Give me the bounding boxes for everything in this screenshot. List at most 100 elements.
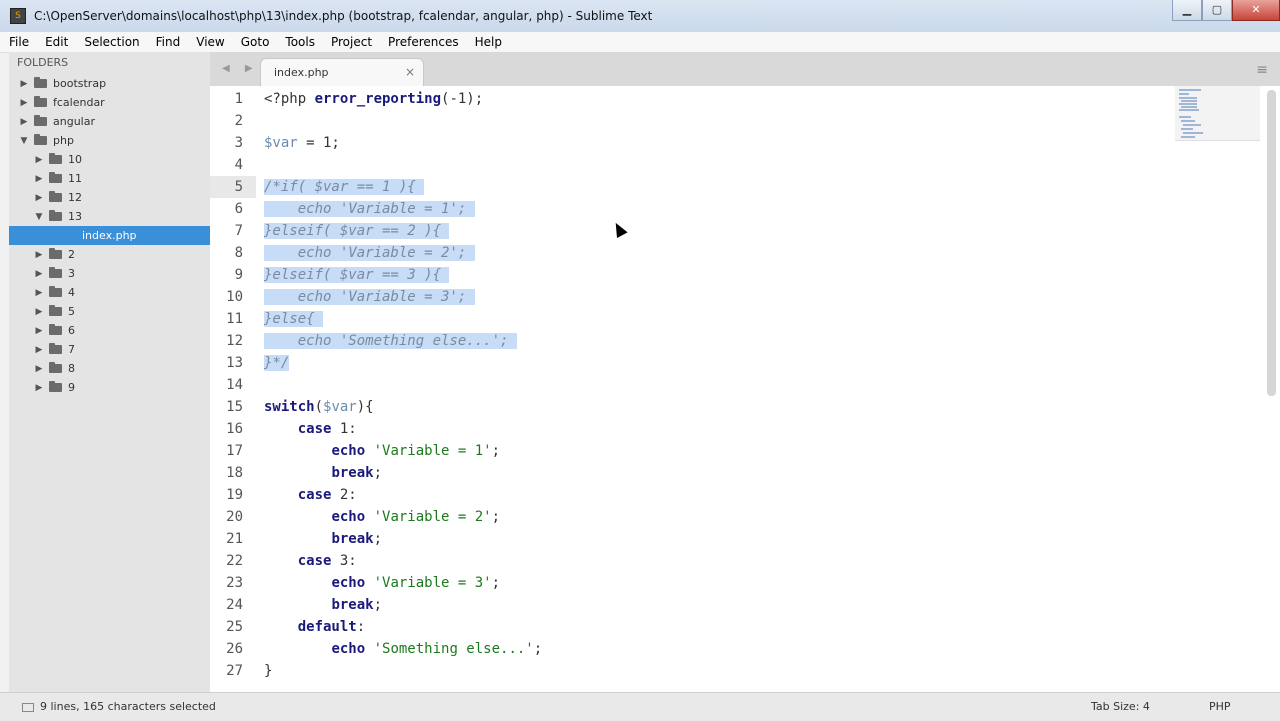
folder-tree: ▶ bootstrap ▶ fcalendar ▶ angular ▼ php ▶ 10 ▶ 11 ▶ 1… xyxy=(9,74,210,397)
folder-icon xyxy=(49,324,62,335)
menu-project[interactable]: Project xyxy=(324,35,379,49)
menu-help[interactable]: Help xyxy=(468,35,509,49)
close-button[interactable]: ✕ xyxy=(1232,0,1280,21)
tab-index-php[interactable]: index.php × xyxy=(260,58,424,87)
code-line[interactable]: default: xyxy=(264,616,365,638)
code-line[interactable]: switch($var){ xyxy=(264,396,374,418)
code-line[interactable]: echo 'Variable = 3'; xyxy=(264,572,500,594)
minimap-line xyxy=(1181,128,1193,130)
folder-icon xyxy=(49,153,62,164)
code-line[interactable]: }else{ xyxy=(264,308,324,330)
code-line[interactable]: echo 'Something else...'; xyxy=(264,638,542,660)
minimap-line xyxy=(1181,120,1195,122)
code-line[interactable]: }*/ xyxy=(264,352,290,374)
sidebar-folder-item[interactable]: ▶ 12 xyxy=(9,188,210,207)
collapsed-arrow-icon[interactable]: ▶ xyxy=(34,250,44,260)
collapsed-arrow-icon[interactable]: ▶ xyxy=(34,383,44,393)
sidebar-folder-item[interactable]: ▼ 13 xyxy=(9,207,210,226)
code-line[interactable]: break; xyxy=(264,594,382,616)
code-token: 'Variable = 2' xyxy=(373,509,492,525)
menu-goto[interactable]: Goto xyxy=(234,35,277,49)
syntax-indicator[interactable]: PHP xyxy=(1209,700,1231,713)
line-number: 14 xyxy=(226,377,243,393)
code-line[interactable]: /*if( $var == 1 ){ xyxy=(264,176,425,198)
maximize-button[interactable]: ▢ xyxy=(1202,0,1232,21)
code-line[interactable]: }elseif( $var == 3 ){ xyxy=(264,264,450,286)
menu-tools[interactable]: Tools xyxy=(278,35,322,49)
expanded-arrow-icon[interactable]: ▼ xyxy=(34,212,44,222)
code-line[interactable]: <?php error_reporting(-1); xyxy=(264,88,483,110)
collapsed-arrow-icon[interactable]: ▶ xyxy=(34,345,44,355)
code-line[interactable]: echo 'Variable = 1'; xyxy=(264,198,475,220)
minimize-button[interactable]: ▁ xyxy=(1172,0,1202,21)
code-line[interactable]: echo 'Variable = 1'; xyxy=(264,440,500,462)
collapsed-arrow-icon[interactable]: ▶ xyxy=(34,269,44,279)
menu-view[interactable]: View xyxy=(189,35,231,49)
code-line[interactable]: case 2: xyxy=(264,484,357,506)
sidebar-folder-item[interactable]: ▶ 8 xyxy=(9,359,210,378)
code-token: 'Something else...' xyxy=(373,641,534,657)
line-number: 3 xyxy=(234,135,243,151)
collapsed-arrow-icon[interactable]: ▶ xyxy=(34,288,44,298)
collapsed-arrow-icon[interactable]: ▶ xyxy=(19,117,29,127)
line-number: 15 xyxy=(226,399,243,415)
sidebar-folder-item[interactable]: ▶ 5 xyxy=(9,302,210,321)
sidebar-folder-item[interactable]: ▶ 7 xyxy=(9,340,210,359)
code-token: ){ xyxy=(356,399,374,415)
tab-menu-icon[interactable]: ≡ xyxy=(1256,62,1268,78)
code-line[interactable]: } xyxy=(264,660,272,682)
collapsed-arrow-icon[interactable]: ▶ xyxy=(34,193,44,203)
expanded-arrow-icon[interactable]: ▼ xyxy=(19,136,29,146)
sidebar-folder-item[interactable]: ▶ 10 xyxy=(9,150,210,169)
sidebar-folder-item[interactable]: ▼ php xyxy=(9,131,210,150)
code-token: ; xyxy=(491,575,501,591)
sidebar-item-label: angular xyxy=(53,115,95,128)
sidebar-item-label: 3 xyxy=(68,267,75,280)
code-area[interactable]: <?php error_reporting(-1); $var = 1; /*if(… xyxy=(264,86,1174,692)
sidebar-file-item[interactable]: index.php xyxy=(9,226,210,245)
sidebar-folder-item[interactable]: ▶ 11 xyxy=(9,169,210,188)
tab-nav-arrows-icon[interactable]: ◀ ▶ xyxy=(222,63,259,74)
code-line[interactable]: $var = 1; xyxy=(264,132,340,154)
code-line[interactable]: case 1: xyxy=(264,418,357,440)
collapsed-arrow-icon[interactable]: ▶ xyxy=(34,326,44,336)
menu-preferences[interactable]: Preferences xyxy=(381,35,466,49)
collapsed-arrow-icon[interactable]: ▶ xyxy=(34,174,44,184)
console-toggle-icon[interactable] xyxy=(22,703,34,712)
collapsed-arrow-icon[interactable]: ▶ xyxy=(34,155,44,165)
code-line[interactable]: }elseif( $var == 2 ){ xyxy=(264,220,450,242)
sidebar-folder-item[interactable]: ▶ 3 xyxy=(9,264,210,283)
sidebar-folder-item[interactable]: ▶ 4 xyxy=(9,283,210,302)
sidebar-folder-item[interactable]: ▶ 2 xyxy=(9,245,210,264)
tab-close-icon[interactable]: × xyxy=(405,65,415,79)
menu-selection[interactable]: Selection xyxy=(77,35,146,49)
sidebar-folder-item[interactable]: ▶ 9 xyxy=(9,378,210,397)
vertical-scrollbar[interactable] xyxy=(1267,90,1276,396)
sidebar-folder-item[interactable]: ▶ 6 xyxy=(9,321,210,340)
code-token: case xyxy=(297,421,332,437)
menu-find[interactable]: Find xyxy=(149,35,188,49)
collapsed-arrow-icon[interactable]: ▶ xyxy=(19,79,29,89)
minimap-line xyxy=(1179,109,1199,111)
sidebar-folder-item[interactable]: ▶ fcalendar xyxy=(9,93,210,112)
code-line[interactable]: case 3: xyxy=(264,550,357,572)
code-line[interactable]: echo 'Variable = 2'; xyxy=(264,242,475,264)
code-token: break xyxy=(331,465,374,481)
code-line[interactable]: break; xyxy=(264,462,382,484)
code-line[interactable]: echo 'Variable = 3'; xyxy=(264,286,475,308)
code-line[interactable]: echo 'Variable = 2'; xyxy=(264,506,500,528)
sidebar-folder-item[interactable]: ▶ angular xyxy=(9,112,210,131)
minimap[interactable] xyxy=(1175,86,1260,141)
code-line[interactable]: echo 'Something else...'; xyxy=(264,330,517,352)
menu-edit[interactable]: Edit xyxy=(38,35,75,49)
collapsed-arrow-icon[interactable]: ▶ xyxy=(19,98,29,108)
collapsed-arrow-icon[interactable]: ▶ xyxy=(34,364,44,374)
menu-file[interactable]: File xyxy=(2,35,36,49)
sidebar-folder-item[interactable]: ▶ bootstrap xyxy=(9,74,210,93)
code-editor[interactable]: 1 2 3 4 5 6 7 8 9 10 11 12 13 14 15 16 17 18 19 20 21 22 23 24 2… xyxy=(210,86,1280,692)
code-line[interactable]: break; xyxy=(264,528,382,550)
collapsed-arrow-icon[interactable]: ▶ xyxy=(34,307,44,317)
tab-size-indicator[interactable]: Tab Size: 4 xyxy=(1091,700,1150,713)
